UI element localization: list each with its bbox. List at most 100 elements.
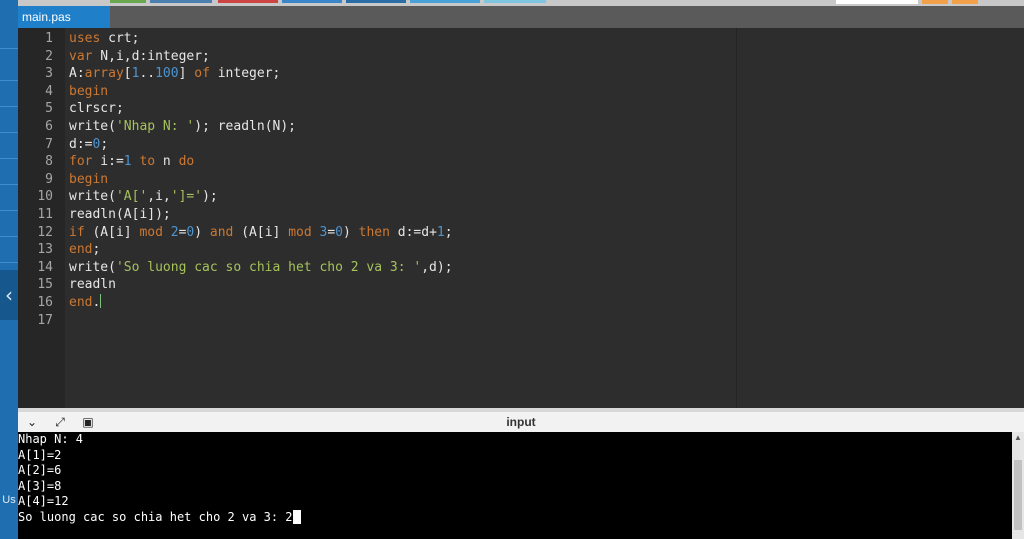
- line-number: 10: [37, 189, 53, 205]
- line-number: 4: [45, 83, 53, 99]
- code-token: if: [69, 224, 85, 240]
- code-token: mod: [139, 224, 163, 240]
- code-token: for: [69, 154, 93, 170]
- code-token: end: [69, 295, 93, 310]
- line-number: 14: [37, 259, 53, 275]
- code-token: readln(A[i]);: [69, 207, 171, 222]
- code-token: crt;: [100, 31, 140, 46]
- code-token: =: [327, 224, 336, 240]
- code-line: if (A[i] mod 2=0) and (A[i] mod 3=0) the…: [69, 224, 453, 242]
- code-token: clrscr;: [69, 101, 124, 117]
- line-number: 12: [37, 224, 53, 240]
- line-number: 15: [37, 277, 53, 293]
- console-scrollbar[interactable]: ▲: [1012, 432, 1024, 539]
- code-token: ']=': [170, 189, 203, 205]
- code-token: uses: [69, 31, 101, 46]
- code-editor[interactable]: 1 2 3 4 5 6 7 8 9 10 11 12 13 14 15 16 17 uses crt; var N…: [18, 28, 1024, 408]
- code-token: do: [178, 154, 195, 170]
- line-number: 8: [45, 154, 53, 170]
- code-token: [: [123, 66, 132, 82]
- console-output[interactable]: Nhap N: 4 A[1]=2 A[2]=6 A[3]=8 A[4]=12 So luo…: [18, 432, 1012, 539]
- console-line-text: A[3]=8: [18, 478, 62, 493]
- code-token: A:: [69, 66, 85, 82]
- console-line-text: So luong cac so chia het cho 2 va 3: 2: [18, 509, 293, 524]
- console-title: input: [506, 415, 536, 429]
- code-token: end: [69, 242, 93, 258]
- code-token: 1: [123, 154, 132, 170]
- code-line: var N,i,d:integer;: [69, 48, 210, 66]
- rail-label: Us: [2, 494, 16, 506]
- line-number: 11: [37, 207, 53, 222]
- code-token: ,d);: [421, 259, 453, 275]
- code-line: end;: [69, 241, 100, 259]
- code-token: 'A[': [115, 189, 148, 205]
- scroll-thumb[interactable]: [1014, 460, 1022, 530]
- console-line-text: Nhap N: 4: [18, 432, 84, 446]
- console-line: So luong cac so chia het cho 2 va 3: 2: [18, 509, 301, 526]
- code-token: ): [194, 224, 210, 240]
- code-token: (A[i]: [233, 224, 289, 240]
- code-line: begin: [69, 83, 108, 101]
- code-token: ]: [178, 66, 195, 82]
- console-line: A[1]=2: [18, 448, 61, 464]
- line-number-gutter: 1 2 3 4 5 6 7 8 9 10 11 12 13 14 15 16 17: [18, 28, 65, 408]
- line-number: 5: [45, 101, 53, 117]
- code-token: 'So luong cac so chia het cho 2 va 3: ': [115, 259, 422, 275]
- code-token: write(: [69, 259, 116, 275]
- console-cursor: [292, 509, 301, 524]
- code-token: var: [69, 48, 93, 64]
- code-token: write(: [69, 119, 116, 134]
- code-line: for i:=1 to n do: [69, 153, 194, 171]
- code-line: readln: [69, 276, 116, 294]
- tab-bar: main.pas: [18, 6, 1024, 28]
- code-token: readln: [69, 277, 116, 293]
- code-line: d:=0;: [69, 136, 108, 154]
- code-token: begin: [69, 83, 109, 99]
- code-token: n: [155, 154, 179, 170]
- code-line: clrscr;: [69, 100, 124, 118]
- code-line: readln(A[i]);: [69, 206, 171, 224]
- code-token: begin: [69, 171, 109, 187]
- code-line: write('Nhap N: '); readln(N);: [69, 118, 296, 136]
- code-token: 0: [335, 224, 343, 240]
- code-token: ): [342, 224, 359, 240]
- text-caret: [100, 294, 102, 308]
- line-number: 6: [45, 119, 53, 134]
- tab-main-pas[interactable]: main.pas: [18, 6, 110, 28]
- code-token: N,i,d:integer;: [92, 48, 210, 64]
- editor-print-margin: [736, 28, 737, 408]
- code-token: i:=: [92, 154, 124, 170]
- code-token: and: [209, 224, 234, 240]
- code-token: d:=d+: [389, 224, 437, 240]
- code-token: 1: [436, 224, 445, 240]
- line-number: 13: [37, 242, 53, 258]
- code-token: integer;: [209, 66, 281, 82]
- console-line: A[3]=8: [18, 479, 61, 495]
- code-token: to: [139, 154, 156, 170]
- code-token: then: [358, 224, 390, 240]
- line-number: 3: [45, 66, 53, 82]
- code-token: ;: [92, 242, 101, 258]
- code-token: (A[i]: [84, 224, 140, 240]
- code-token: ,i,: [147, 189, 171, 205]
- chevron-left-icon[interactable]: ‹: [0, 270, 18, 320]
- line-number: 9: [45, 171, 53, 187]
- code-line: write('So luong cac so chia het cho 2 va…: [69, 259, 453, 277]
- code-token: 100: [155, 66, 179, 82]
- code-token: d:=: [69, 136, 93, 152]
- code-token: 2: [170, 224, 179, 240]
- code-token: ;: [100, 136, 109, 152]
- line-number: 16: [37, 295, 53, 310]
- code-line: begin: [69, 171, 108, 189]
- line-number: 17: [37, 312, 53, 328]
- code-line: write('A[',i,']=');: [69, 188, 218, 206]
- code-token: 'Nhap N: ': [115, 119, 195, 134]
- code-token: ..: [139, 66, 156, 82]
- line-number: 7: [45, 136, 53, 152]
- line-number: 2: [45, 48, 53, 64]
- code-token: mod: [288, 224, 312, 240]
- code-line: uses crt;: [69, 30, 139, 48]
- code-token: write(: [69, 189, 116, 205]
- scroll-up-icon[interactable]: ▲: [1012, 432, 1024, 444]
